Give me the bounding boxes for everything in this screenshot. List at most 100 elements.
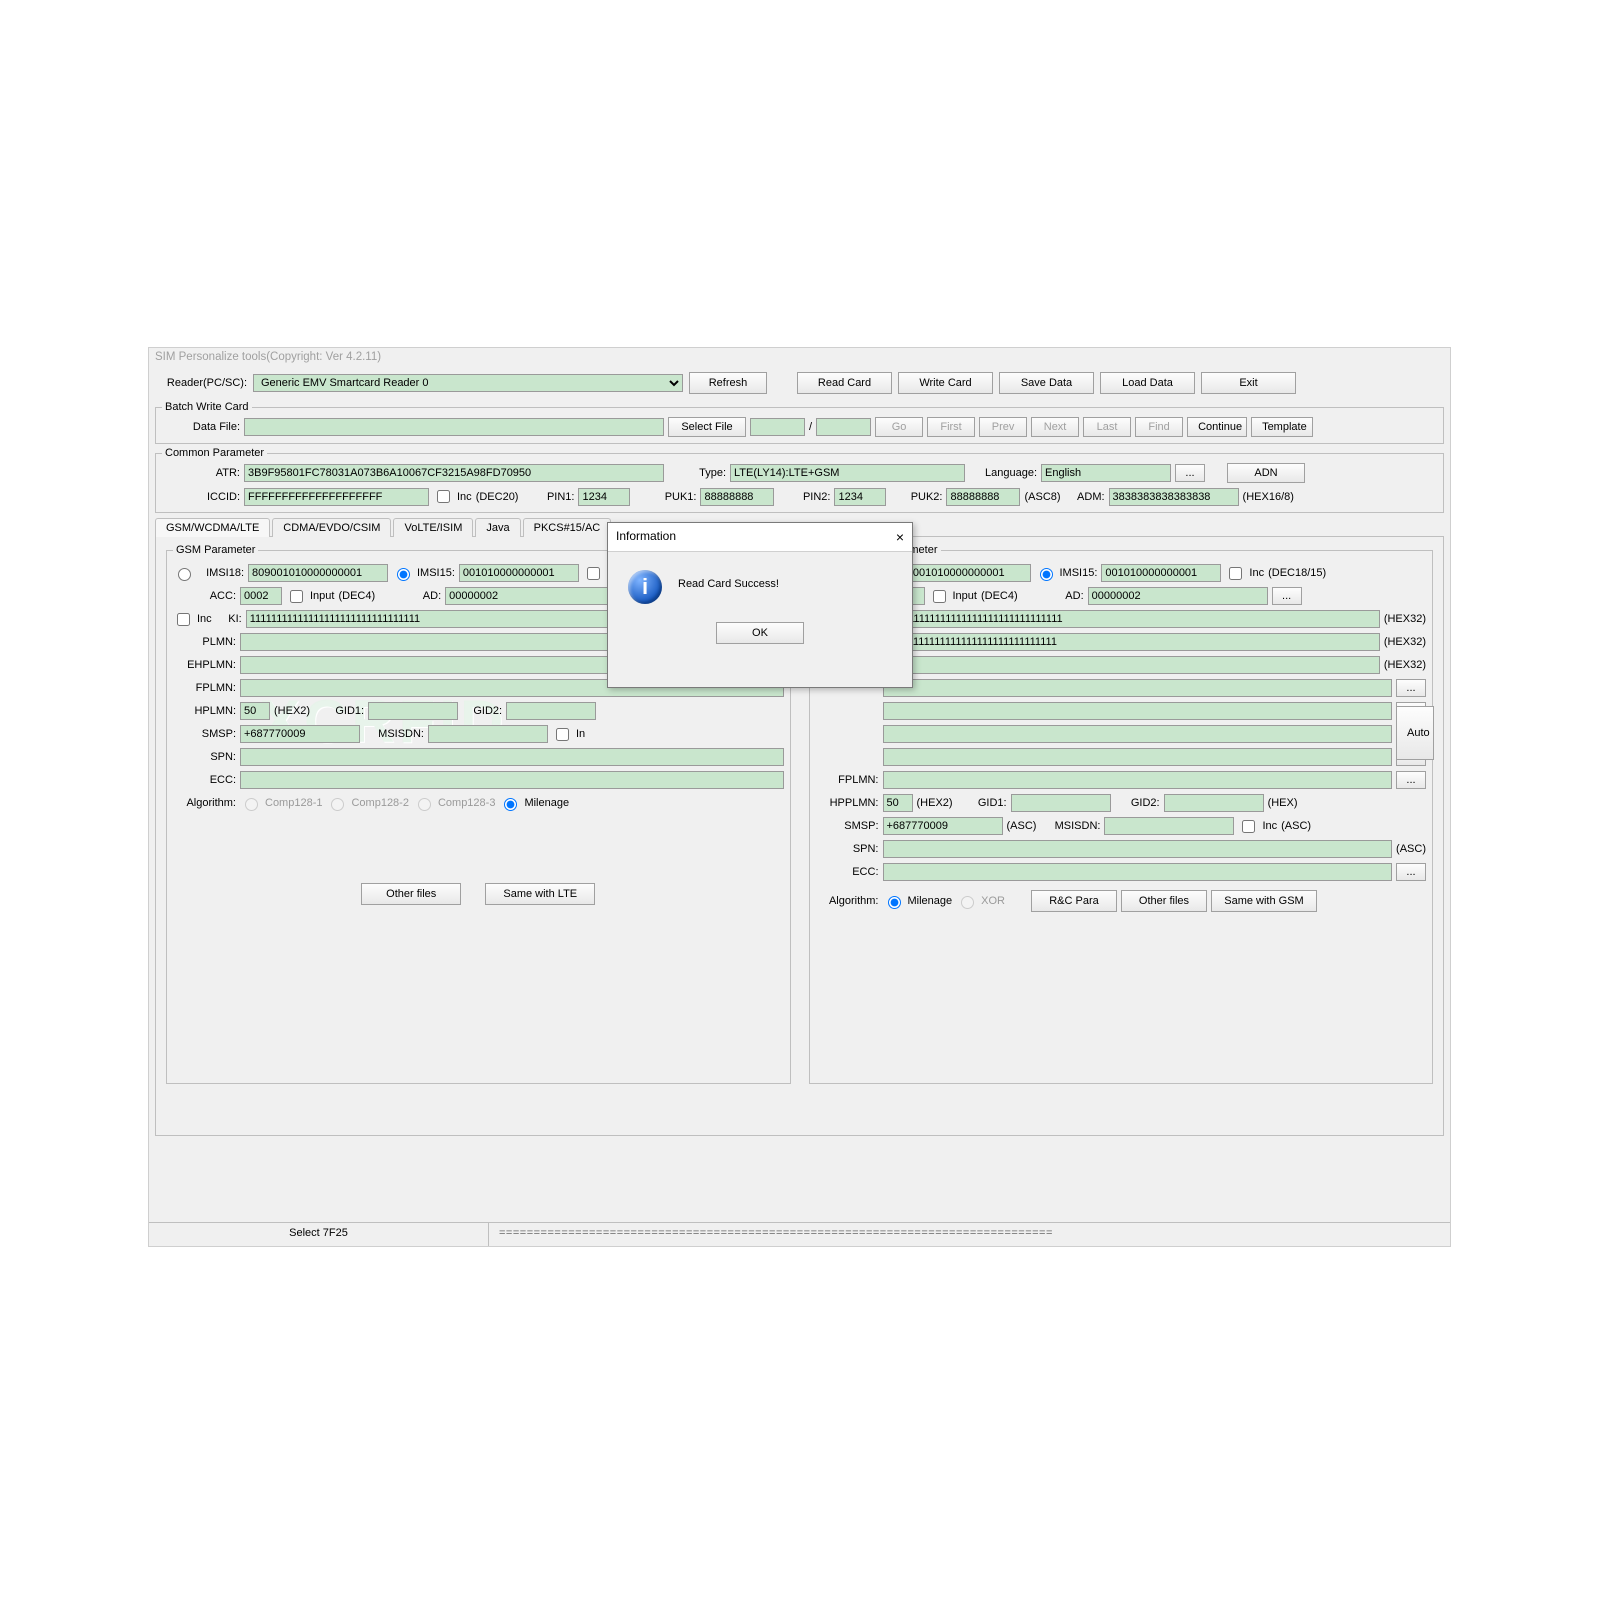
common-fieldset: Common Parameter ATR: Type: Language: ..… <box>155 447 1444 513</box>
gsm-hplmn-input[interactable] <box>240 702 270 720</box>
lte-imsi-inc-checkbox[interactable] <box>1229 567 1242 580</box>
batch-total-input[interactable] <box>816 418 871 436</box>
tab-volte-isim[interactable]: VoLTE/ISIM <box>393 518 473 537</box>
lte-algo-label: Algorithm: <box>816 895 879 907</box>
tab-gsm-wcdma-lte[interactable]: GSM/WCDMA/LTE <box>155 518 270 537</box>
lte-xor-radio[interactable] <box>961 896 974 909</box>
datafile-input[interactable] <box>244 418 664 436</box>
lte-msisdn-inc-checkbox[interactable] <box>1242 820 1255 833</box>
gsm-imsi15-radio[interactable] <box>397 568 410 581</box>
gsm-ki-inc-checkbox[interactable] <box>177 613 190 626</box>
language-input[interactable] <box>1041 464 1171 482</box>
puk2-input[interactable] <box>946 488 1020 506</box>
gsm-imsi-inc-checkbox[interactable] <box>587 567 600 580</box>
gsm-other-files-button[interactable]: Other files <box>361 883 461 905</box>
tab-cdma-evdo-csim[interactable]: CDMA/EVDO/CSIM <box>272 518 391 537</box>
lte-spn-input[interactable] <box>883 840 1393 858</box>
language-label: Language: <box>969 467 1037 479</box>
tab-pkcs15-ac[interactable]: PKCS#15/AC <box>523 518 612 537</box>
gsm-comp128-1-radio[interactable] <box>245 798 258 811</box>
lte-other-files-button[interactable]: Other files <box>1121 890 1207 912</box>
next-button[interactable]: Next <box>1031 417 1079 437</box>
auto-button[interactable]: Auto <box>1396 706 1434 760</box>
gsm-ecc-input[interactable] <box>240 771 784 789</box>
gsm-milenage-radio[interactable] <box>504 798 517 811</box>
adn-button[interactable]: ADN <box>1227 463 1305 483</box>
lte-fplmn-more-button[interactable]: ... <box>1396 771 1426 789</box>
go-button[interactable]: Go <box>875 417 923 437</box>
lte-ecc-more-button[interactable]: ... <box>1396 863 1426 881</box>
gsm-comp128-2-radio[interactable] <box>331 798 344 811</box>
refresh-button[interactable]: Refresh <box>689 372 767 394</box>
lte-smsp-input[interactable] <box>883 817 1003 835</box>
last-button[interactable]: Last <box>1083 417 1131 437</box>
lte-msisdn-asc: (ASC) <box>1281 820 1311 832</box>
reader-select[interactable]: Generic EMV Smartcard Reader 0 <box>253 374 683 392</box>
lte-blank4-input[interactable] <box>883 725 1393 743</box>
lte-hpplmn-input[interactable] <box>883 794 913 812</box>
lte-gid1-input[interactable] <box>1011 794 1111 812</box>
gsm-comp128-3-radio[interactable] <box>418 798 431 811</box>
lte-more1-button[interactable]: ... <box>1396 679 1426 697</box>
language-more-button[interactable]: ... <box>1175 464 1205 482</box>
write-card-button[interactable]: Write Card <box>898 372 993 394</box>
dialog-ok-button[interactable]: OK <box>716 622 804 644</box>
gsm-gid1-input[interactable] <box>368 702 458 720</box>
gsm-gid2-input[interactable] <box>506 702 596 720</box>
iccid-input[interactable] <box>244 488 429 506</box>
gsm-imsi18-input[interactable] <box>248 564 388 582</box>
lte-msisdn-input[interactable] <box>1104 817 1234 835</box>
save-data-button[interactable]: Save Data <box>999 372 1094 394</box>
atr-input[interactable] <box>244 464 664 482</box>
dialog-close-button[interactable]: × <box>896 529 904 545</box>
lte-milenage-radio[interactable] <box>888 896 901 909</box>
lte-blank2-input[interactable] <box>883 679 1393 697</box>
lte-ecc-input[interactable] <box>883 863 1393 881</box>
lte-gid2-input[interactable] <box>1164 794 1264 812</box>
gsm-spn-input[interactable] <box>240 748 784 766</box>
lte-ki-input[interactable] <box>888 610 1380 628</box>
pin1-input[interactable] <box>578 488 630 506</box>
prev-button[interactable]: Prev <box>979 417 1027 437</box>
iccid-inc-checkbox[interactable] <box>437 490 450 503</box>
asc8-label: (ASC8) <box>1024 491 1060 503</box>
gsm-gid1-label: GID1: <box>314 705 364 717</box>
find-button[interactable]: Find <box>1135 417 1183 437</box>
first-button[interactable]: First <box>927 417 975 437</box>
continue-button[interactable]: Continue <box>1187 417 1247 437</box>
lte-input-checkbox[interactable] <box>933 590 946 603</box>
lte-fplmn-input[interactable] <box>883 771 1393 789</box>
gsm-msisdn-input[interactable] <box>428 725 548 743</box>
lte-blank1-input[interactable] <box>883 656 1380 674</box>
gsm-input-checkbox[interactable] <box>290 590 303 603</box>
gsm-ad-input[interactable] <box>445 587 615 605</box>
lte-ad-input[interactable] <box>1088 587 1268 605</box>
gsm-imsi18-radio[interactable] <box>178 568 191 581</box>
gsm-same-with-lte-button[interactable]: Same with LTE <box>485 883 595 905</box>
batch-current-input[interactable] <box>750 418 805 436</box>
load-data-button[interactable]: Load Data <box>1100 372 1195 394</box>
lte-blank3-input[interactable] <box>883 702 1393 720</box>
puk1-input[interactable] <box>700 488 774 506</box>
tab-java[interactable]: Java <box>475 518 520 537</box>
adm-input[interactable] <box>1109 488 1239 506</box>
lte-imsi15-radio[interactable] <box>1040 568 1053 581</box>
rc-para-button[interactable]: R&C Para <box>1031 890 1117 912</box>
gsm-msisdn-inc-checkbox[interactable] <box>556 728 569 741</box>
lte-ad-more-button[interactable]: ... <box>1272 587 1302 605</box>
exit-button[interactable]: Exit <box>1201 372 1296 394</box>
lte-blank5-input[interactable] <box>883 748 1393 766</box>
gsm-imsi15-input[interactable] <box>459 564 579 582</box>
lte-opc-hex32: (HEX32) <box>1384 636 1426 648</box>
common-legend: Common Parameter <box>162 447 267 459</box>
lte-opc-input[interactable] <box>883 633 1380 651</box>
lte-same-with-gsm-button[interactable]: Same with GSM <box>1211 890 1317 912</box>
read-card-button[interactable]: Read Card <box>797 372 892 394</box>
gsm-smsp-input[interactable] <box>240 725 360 743</box>
pin2-input[interactable] <box>834 488 886 506</box>
select-file-button[interactable]: Select File <box>668 417 746 437</box>
type-input[interactable] <box>730 464 965 482</box>
template-button[interactable]: Template <box>1251 417 1313 437</box>
lte-imsi15-input[interactable] <box>1101 564 1221 582</box>
gsm-acc-input[interactable] <box>240 587 282 605</box>
